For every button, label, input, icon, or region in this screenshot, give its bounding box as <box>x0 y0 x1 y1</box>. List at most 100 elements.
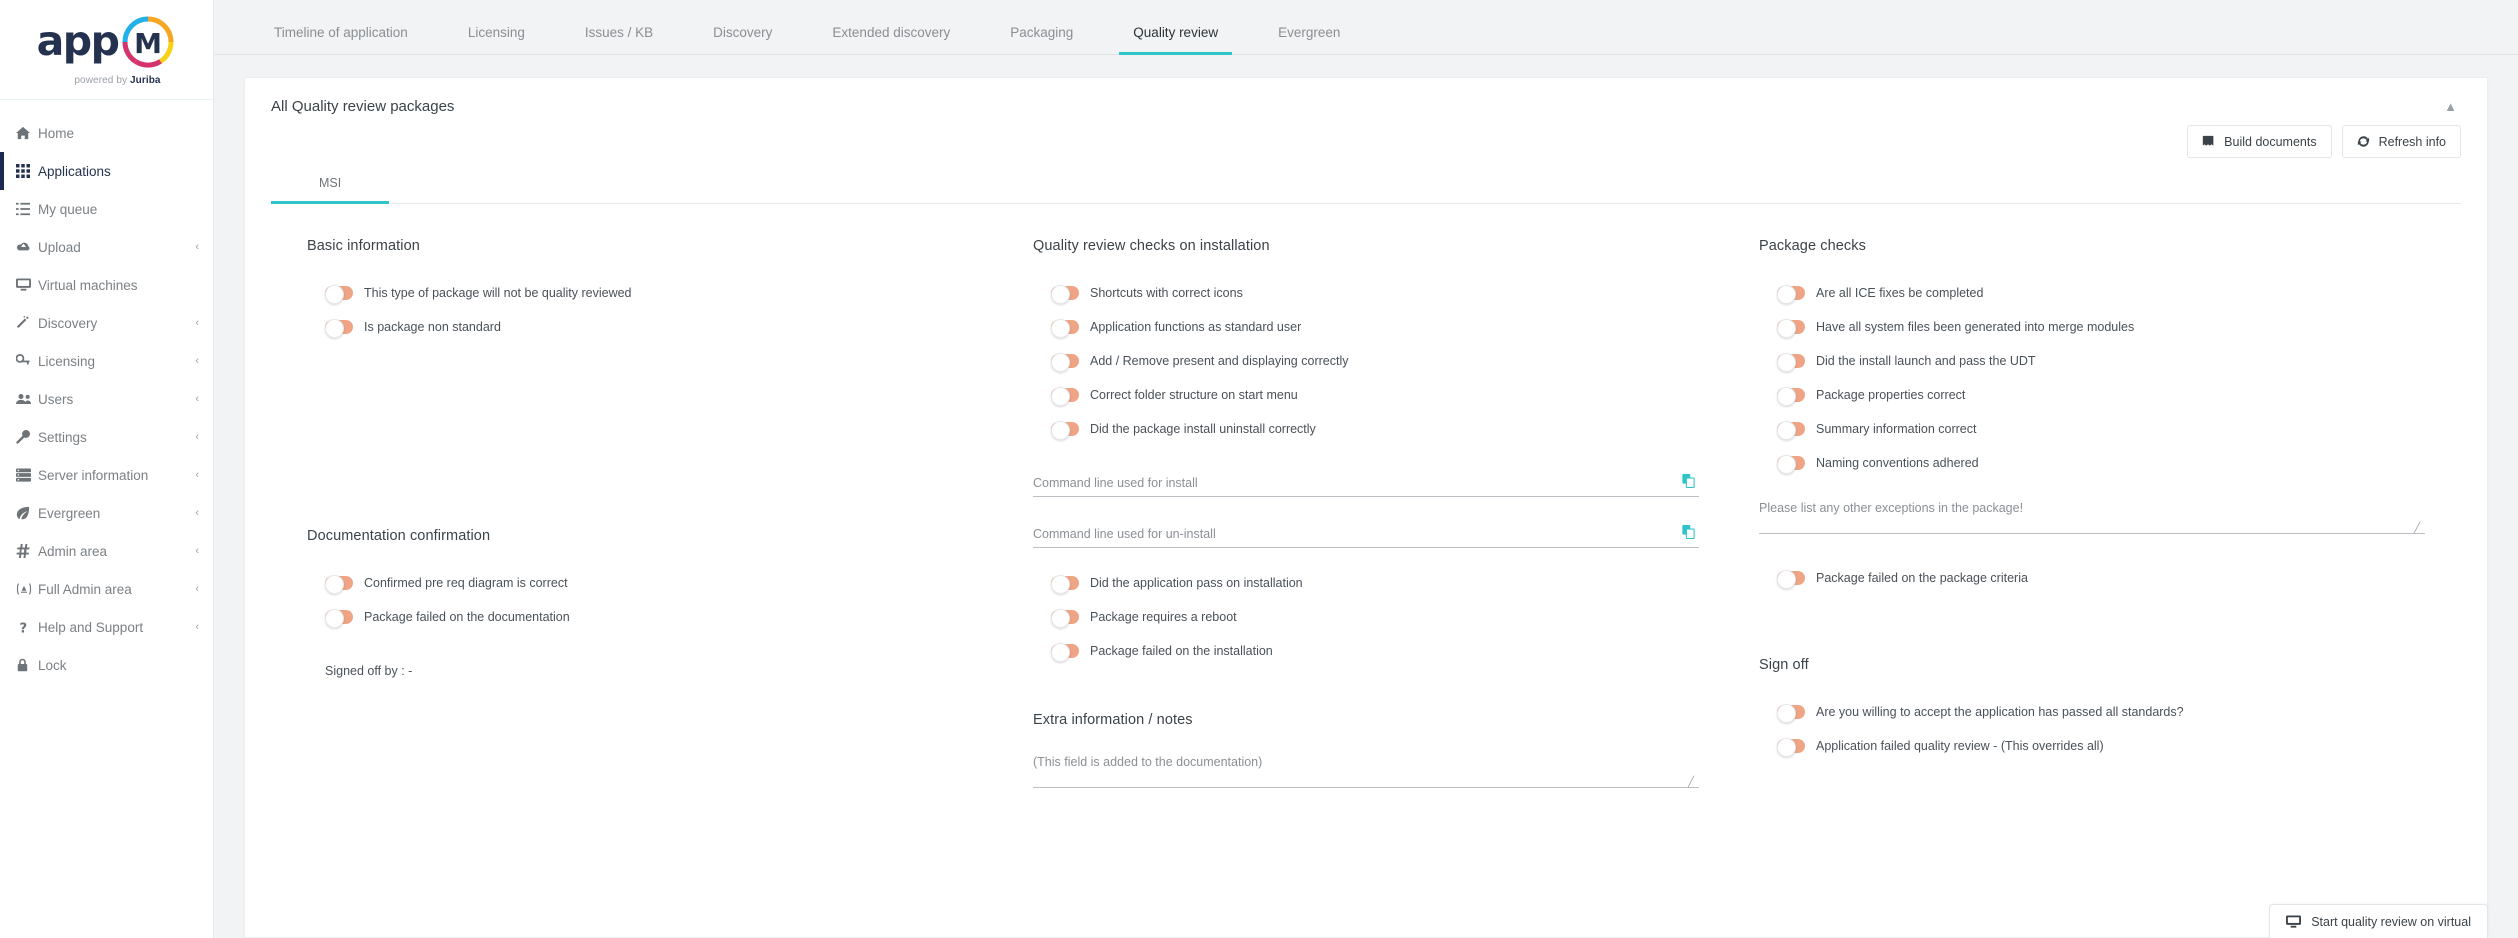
toggle-package-failed-installation[interactable]: Package failed on the installation <box>1033 634 1699 668</box>
toggle-switch[interactable] <box>1051 574 1079 594</box>
toggle-application-failed-quality-review[interactable]: Application failed quality review - (Thi… <box>1759 729 2425 763</box>
tab-evergreen[interactable]: Evergreen <box>1248 25 1370 54</box>
sidebar-item-upload[interactable]: Upload ‹ <box>0 228 213 266</box>
sidebar-item-home[interactable]: Home <box>0 114 213 152</box>
toggle-naming-conventions-adhered[interactable]: Naming conventions adhered <box>1759 446 2425 480</box>
toggle-switch[interactable] <box>1051 318 1079 338</box>
sidebar-item-label: Virtual machines <box>38 277 138 293</box>
tab-issues-kb[interactable]: Issues / KB <box>555 25 683 54</box>
start-quality-review-on-virtual-button[interactable]: Start quality review on virtual <box>2269 904 2488 938</box>
tab-label: Timeline of application <box>274 25 408 40</box>
toggle-switch[interactable] <box>1777 703 1805 723</box>
start-quality-review-label: Start quality review on virtual <box>2311 914 2471 929</box>
toggle-switch[interactable] <box>1051 608 1079 628</box>
sidebar-item-licensing[interactable]: Licensing ‹ <box>0 342 213 380</box>
chevron-left-icon: ‹ <box>195 545 199 557</box>
toggle-switch[interactable] <box>1777 352 1805 372</box>
sidebar-item-users[interactable]: Users ‹ <box>0 380 213 418</box>
chevron-up-icon[interactable]: ▲ <box>2440 98 2461 115</box>
toggle-application-pass-on-installation[interactable]: Did the application pass on installation <box>1033 566 1699 600</box>
toggle-shortcuts-correct-icons[interactable]: Shortcuts with correct icons <box>1033 276 1699 310</box>
toggle-package-failed-package-criteria[interactable]: Package failed on the package criteria <box>1759 561 2425 595</box>
copy-icon[interactable] <box>1682 474 1695 488</box>
sidebar-item-full-admin-area[interactable]: Full Admin area ‹ <box>0 570 213 608</box>
toggle-confirmed-pre-req-diagram[interactable]: Confirmed pre req diagram is correct <box>307 566 973 600</box>
sidebar-item-label: Home <box>38 125 75 141</box>
section-title: Package checks <box>1759 238 1866 254</box>
toggle-switch[interactable] <box>325 608 353 628</box>
toggle-switch[interactable] <box>325 318 353 338</box>
chevron-left-icon: ‹ <box>195 317 199 329</box>
toggle-label: Package failed on the package criteria <box>1816 571 2028 585</box>
toggle-summary-information-correct[interactable]: Summary information correct <box>1759 412 2425 446</box>
sidebar-item-virtual-machines[interactable]: Virtual machines <box>0 266 213 304</box>
sidebar-item-applications[interactable]: Applications <box>0 152 213 190</box>
tab-discovery[interactable]: Discovery <box>683 25 802 54</box>
refresh-info-button[interactable]: Refresh info <box>2341 125 2461 158</box>
toggle-label: Correct folder structure on start menu <box>1090 388 1298 402</box>
sidebar-item-help-and-support[interactable]: ? Help and Support ‹ <box>0 608 213 646</box>
app-logo[interactable]: app M powered by Juriba <box>0 0 213 100</box>
toggle-accept-application-passed-standards[interactable]: Are you willing to accept the applicatio… <box>1759 695 2425 729</box>
column-middle: Quality review checks on installation Sh… <box>1033 238 1699 793</box>
toggle-ice-fixes-completed[interactable]: Are all ICE fixes be completed <box>1759 276 2425 310</box>
section-package-checks: Package checks Are all ICE fixes be comp… <box>1759 238 2425 595</box>
subtab-msi[interactable]: MSI <box>271 176 390 204</box>
toggle-switch[interactable] <box>1051 284 1079 304</box>
toggle-is-package-non-standard[interactable]: Is package non standard <box>307 310 973 344</box>
toggle-package-not-quality-reviewed[interactable]: This type of package will not be quality… <box>307 276 973 310</box>
toggle-switch[interactable] <box>1777 386 1805 406</box>
toggle-switch[interactable] <box>1777 737 1805 757</box>
refresh-icon <box>2357 135 2370 148</box>
toggle-label: Package requires a reboot <box>1090 610 1237 624</box>
toggle-switch[interactable] <box>1777 318 1805 338</box>
toggle-switch[interactable] <box>1051 642 1079 662</box>
toggle-application-functions-standard-user[interactable]: Application functions as standard user <box>1033 310 1699 344</box>
sidebar-item-evergreen[interactable]: Evergreen ‹ <box>0 494 213 532</box>
tab-packaging[interactable]: Packaging <box>980 25 1103 54</box>
tab-licensing[interactable]: Licensing <box>438 25 555 54</box>
tab-label: Quality review <box>1133 25 1219 40</box>
tab-extended-discovery[interactable]: Extended discovery <box>802 25 980 54</box>
toggle-switch[interactable] <box>1051 420 1079 440</box>
svg-text:?: ? <box>20 621 28 634</box>
toggle-package-requires-reboot[interactable]: Package requires a reboot <box>1033 600 1699 634</box>
toggle-switch[interactable] <box>1777 284 1805 304</box>
section-title: Extra information / notes <box>1033 712 1193 728</box>
sidebar-item-label: Evergreen <box>38 505 101 521</box>
section-documentation-confirmation: Documentation confirmation Confirmed pre… <box>307 528 973 678</box>
toggle-switch[interactable] <box>1777 569 1805 589</box>
toggle-package-properties-correct[interactable]: Package properties correct <box>1759 378 2425 412</box>
toggle-install-launch-pass-udt[interactable]: Did the install launch and pass the UDT <box>1759 344 2425 378</box>
chevron-left-icon: ‹ <box>195 355 199 367</box>
tab-quality-review[interactable]: Quality review <box>1103 25 1248 55</box>
toggle-correct-folder-structure[interactable]: Correct folder structure on start menu <box>1033 378 1699 412</box>
sidebar-item-server-information[interactable]: Server information ‹ <box>0 456 213 494</box>
refresh-info-label: Refresh info <box>2378 134 2446 149</box>
package-exceptions-textarea[interactable] <box>1759 496 2425 534</box>
sidebar-item-lock[interactable]: Lock <box>0 646 213 684</box>
build-documents-button[interactable]: Build documents <box>2187 125 2332 158</box>
chevron-left-icon: ‹ <box>195 431 199 443</box>
toggle-add-remove-present[interactable]: Add / Remove present and displaying corr… <box>1033 344 1699 378</box>
magic-wand-icon <box>16 316 38 330</box>
toggle-package-install-uninstall-correctly[interactable]: Did the package install uninstall correc… <box>1033 412 1699 446</box>
extra-notes-textarea[interactable] <box>1033 750 1699 788</box>
toggle-switch[interactable] <box>1777 454 1805 474</box>
toggle-system-files-merge-modules[interactable]: Have all system files been generated int… <box>1759 310 2425 344</box>
copy-icon[interactable] <box>1682 525 1695 539</box>
toggle-switch[interactable] <box>1051 386 1079 406</box>
toggle-switch[interactable] <box>325 574 353 594</box>
toggle-switch[interactable] <box>325 284 353 304</box>
toggle-switch[interactable] <box>1777 420 1805 440</box>
sidebar-item-settings[interactable]: Settings ‹ <box>0 418 213 456</box>
install-command-input[interactable] <box>1033 472 1699 497</box>
sidebar-item-discovery[interactable]: Discovery ‹ <box>0 304 213 342</box>
sidebar-item-admin-area[interactable]: Admin area ‹ <box>0 532 213 570</box>
cloud-upload-icon <box>16 240 38 254</box>
uninstall-command-input[interactable] <box>1033 523 1699 548</box>
tab-timeline-of-application[interactable]: Timeline of application <box>244 25 438 54</box>
toggle-package-failed-documentation[interactable]: Package failed on the documentation <box>307 600 973 634</box>
sidebar-item-my-queue[interactable]: My queue <box>0 190 213 228</box>
toggle-switch[interactable] <box>1051 352 1079 372</box>
